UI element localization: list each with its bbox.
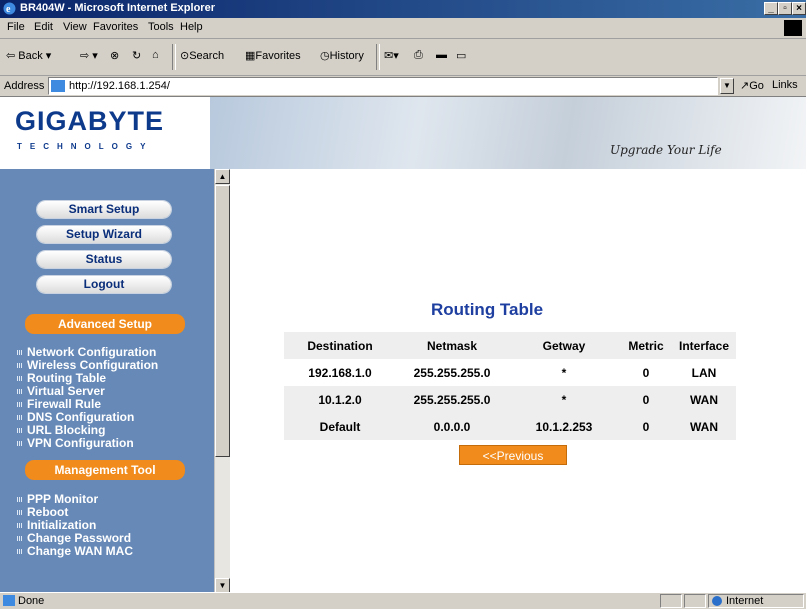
forward-button[interactable]: ⇨ ▾ [80,49,98,62]
table-cell: 255.255.255.0 [413,365,491,380]
column-header: Destination [307,338,373,353]
maximize-button[interactable]: ▫ [778,2,792,15]
table-cell: 10.1.2.0 [318,392,362,407]
smart-setup-button[interactable]: Smart Setup [37,201,171,218]
previous-button[interactable]: <<Previous [459,445,567,465]
address-url: http://192.168.1.254/ [69,80,170,92]
table-cell: 10.1.2.253 [535,419,593,434]
page-done-icon [3,595,15,606]
favorites-icon: ▦ [245,50,256,62]
globe-icon [712,596,722,606]
table-row: 10.1.2.0 255.255.255.0 * 0 WAN [284,386,736,413]
scroll-up-icon[interactable]: ▲ [215,169,230,184]
page-title: Routing Table [431,300,544,319]
logo-sub: TECHNOLOGY [17,142,154,151]
go-arrow-icon: ↗ [740,80,750,92]
menu-edit[interactable]: Edit [34,21,53,33]
back-arrow-icon: ⇦ [6,50,16,62]
tagline: Upgrade Your Life [610,143,722,157]
links-button[interactable]: Links [772,79,798,91]
toolbar-separator [376,44,380,70]
scroll-thumb[interactable] [215,185,230,457]
banner-image: Upgrade Your Life [210,97,806,169]
status-zone-pane: Internet [708,594,804,608]
print-icon[interactable]: ⎙ [414,49,423,62]
sidebar-item-vpn-configuration[interactable]: VPN Configuration [17,437,134,450]
status-bar: Done Internet [0,592,806,609]
history-button[interactable]: ◷History [320,49,364,62]
table-cell: * [561,392,567,407]
column-header: Netmask [426,338,478,353]
favorites-button[interactable]: ▦Favorites [245,49,301,62]
edit-icon[interactable]: ▬ [436,49,447,61]
address-input[interactable]: http://192.168.1.254/ [48,77,718,95]
home-icon[interactable]: ⌂ [152,49,159,61]
toolbar: ⇦ Back ▾ ⇨ ▾ ⊗ ↻ ⌂ ⊙Search ▦Favorites ◷H… [0,39,806,76]
discuss-icon[interactable]: ▭ [456,49,466,62]
table-cell: * [561,365,567,380]
status-button[interactable]: Status [37,251,171,268]
sidebar-item-change-wan-mac[interactable]: Change WAN MAC [17,545,133,558]
table-cell: LAN [691,365,717,380]
logo-name: GIGABYTE [15,106,165,136]
menu-view[interactable]: View [63,21,87,33]
address-dropdown-icon[interactable]: ▼ [720,78,734,94]
header-banner: Upgrade Your Life GIGABYTE TECHNOLOGY [0,97,806,169]
column-header: Metric [628,338,664,353]
table-cell: 0 [642,365,650,380]
management-tool-header: Management Tool [25,460,185,480]
table-cell: 255.255.255.0 [413,392,491,407]
advanced-setup-header: Advanced Setup [25,314,185,334]
search-button[interactable]: ⊙Search [180,49,224,62]
table-cell: WAN [690,392,718,407]
table-cell: WAN [690,419,718,434]
gigabyte-logo: GIGABYTE TECHNOLOGY [15,106,205,160]
menu-help[interactable]: Help [180,21,203,33]
status-text: Done [18,595,45,607]
sidebar: Smart Setup Setup Wizard Status Logout A… [0,169,214,593]
status-pane [684,594,706,608]
table-cell: 0 [642,392,650,407]
table-cell: Default [319,419,361,434]
menu-file[interactable]: File [7,21,25,33]
menu-favorites[interactable]: Favorites [93,21,138,33]
windows-logo-icon [784,20,802,36]
table-header-row: Destination Netmask Getway Metric Interf… [284,332,736,359]
table-cell: 0 [642,419,650,434]
search-icon: ⊙ [180,50,190,62]
title-bar: e BR404W - Microsoft Internet Explorer _… [0,0,806,18]
table-cell: 0.0.0.0 [433,419,471,434]
table-row: 192.168.1.0 255.255.255.0 * 0 LAN [284,359,736,386]
zone-text: Internet [726,595,764,607]
scroll-down-icon[interactable]: ▼ [215,578,230,593]
refresh-icon[interactable]: ↻ [132,49,141,62]
go-button[interactable]: ↗Go [740,79,764,92]
close-button[interactable]: × [792,2,806,15]
back-button[interactable]: ⇦ Back ▾ [6,49,51,62]
toolbar-separator [172,44,176,70]
table-row: Default 0.0.0.0 10.1.2.253 0 WAN [284,413,736,440]
minimize-button[interactable]: _ [764,2,778,15]
sidebar-scrollbar[interactable]: ▲ ▼ [214,169,230,593]
ie-logo-icon: e [3,2,16,15]
address-bar: Address http://192.168.1.254/ ▼ ↗Go Link… [0,76,806,96]
status-pane [660,594,682,608]
column-header: Interface [678,338,730,353]
history-icon: ◷ [320,50,330,62]
stop-icon[interactable]: ⊗ [110,49,119,62]
setup-wizard-button[interactable]: Setup Wizard [37,226,171,243]
logout-button[interactable]: Logout [37,276,171,293]
svg-text:e: e [6,4,11,15]
window-title: BR404W - Microsoft Internet Explorer [20,2,215,14]
address-label: Address [4,80,45,92]
routing-table: Destination Netmask Getway Metric Interf… [284,332,736,440]
mail-icon[interactable]: ✉▾ [384,49,399,62]
menu-bar: File Edit View Favorites Tools Help [0,18,806,39]
table-cell: 192.168.1.0 [308,365,372,380]
page-viewport: Upgrade Your Life GIGABYTE TECHNOLOGY Sm… [0,96,806,593]
page-icon [51,80,65,92]
column-header: Getway [542,338,586,353]
menu-tools[interactable]: Tools [148,21,174,33]
